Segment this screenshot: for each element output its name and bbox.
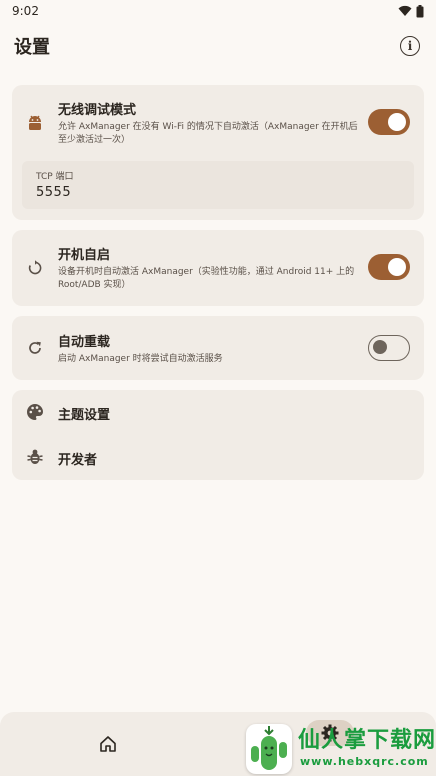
auto-reload-title: 自动重载 xyxy=(58,335,111,350)
tcp-port-label: TCP 端口 xyxy=(36,172,74,182)
info-button[interactable]: i xyxy=(400,36,420,56)
info-icon: i xyxy=(407,39,413,53)
wireless-debug-title: 无线调试模式 xyxy=(58,103,137,118)
wifi-icon xyxy=(398,5,412,16)
boot-start-title: 开机自启 xyxy=(58,248,111,263)
page-title: 设置 xyxy=(14,37,50,58)
nav-home[interactable] xyxy=(96,732,120,756)
boot-start-description: 设备开机时自动激活 AxManager（实验性功能，通过 Android 11+… xyxy=(58,267,355,290)
menu-card: 主题设置 开发者 xyxy=(12,390,424,480)
auto-reload-toggle[interactable] xyxy=(368,335,410,361)
toggle-knob xyxy=(388,258,406,276)
bug-icon xyxy=(26,448,44,466)
status-time: 9:02 xyxy=(12,4,39,18)
auto-reload-card: 自动重载 启动 AxManager 时将尝试自动激活服务 xyxy=(12,316,424,380)
palette-icon xyxy=(26,403,44,421)
watermark-url: www.hebxqrc.com xyxy=(300,755,429,768)
auto-reload-description: 启动 AxManager 时将尝试自动激活服务 xyxy=(58,354,223,364)
status-bar: 9:02 xyxy=(0,0,436,22)
tcp-port-value[interactable]: 5555 xyxy=(36,185,71,200)
wireless-debug-card: 无线调试模式 允许 AxManager 在没有 Wi-Fi 的情况下自动激活（A… xyxy=(12,85,424,220)
toggle-knob xyxy=(388,113,406,131)
wireless-debug-toggle[interactable] xyxy=(368,109,410,135)
theme-settings-label: 主题设置 xyxy=(58,408,111,423)
developer-item[interactable]: 开发者 xyxy=(12,435,424,480)
battery-icon xyxy=(416,4,424,17)
refresh-icon xyxy=(26,339,44,357)
watermark-text: 仙人掌下载网 xyxy=(298,728,436,753)
boot-start-toggle[interactable] xyxy=(368,254,410,280)
home-icon xyxy=(100,736,116,752)
boot-start-card: 开机自启 设备开机时自动激活 AxManager（实验性功能，通过 Androi… xyxy=(12,230,424,306)
app-bar: 设置 i xyxy=(0,28,436,64)
restart-icon xyxy=(26,259,44,277)
toggle-knob xyxy=(373,340,387,354)
cactus-logo-icon xyxy=(246,724,292,774)
watermark: 仙人掌下载网 www.hebxqrc.com xyxy=(246,722,436,776)
theme-settings-item[interactable]: 主题设置 xyxy=(12,390,424,435)
developer-label: 开发者 xyxy=(58,453,98,468)
status-icons xyxy=(398,4,424,18)
tcp-port-field[interactable]: TCP 端口 5555 xyxy=(22,161,414,209)
wireless-debug-description: 允许 AxManager 在没有 Wi-Fi 的情况下自动激活（AxManage… xyxy=(58,122,358,145)
android-icon xyxy=(26,114,44,132)
